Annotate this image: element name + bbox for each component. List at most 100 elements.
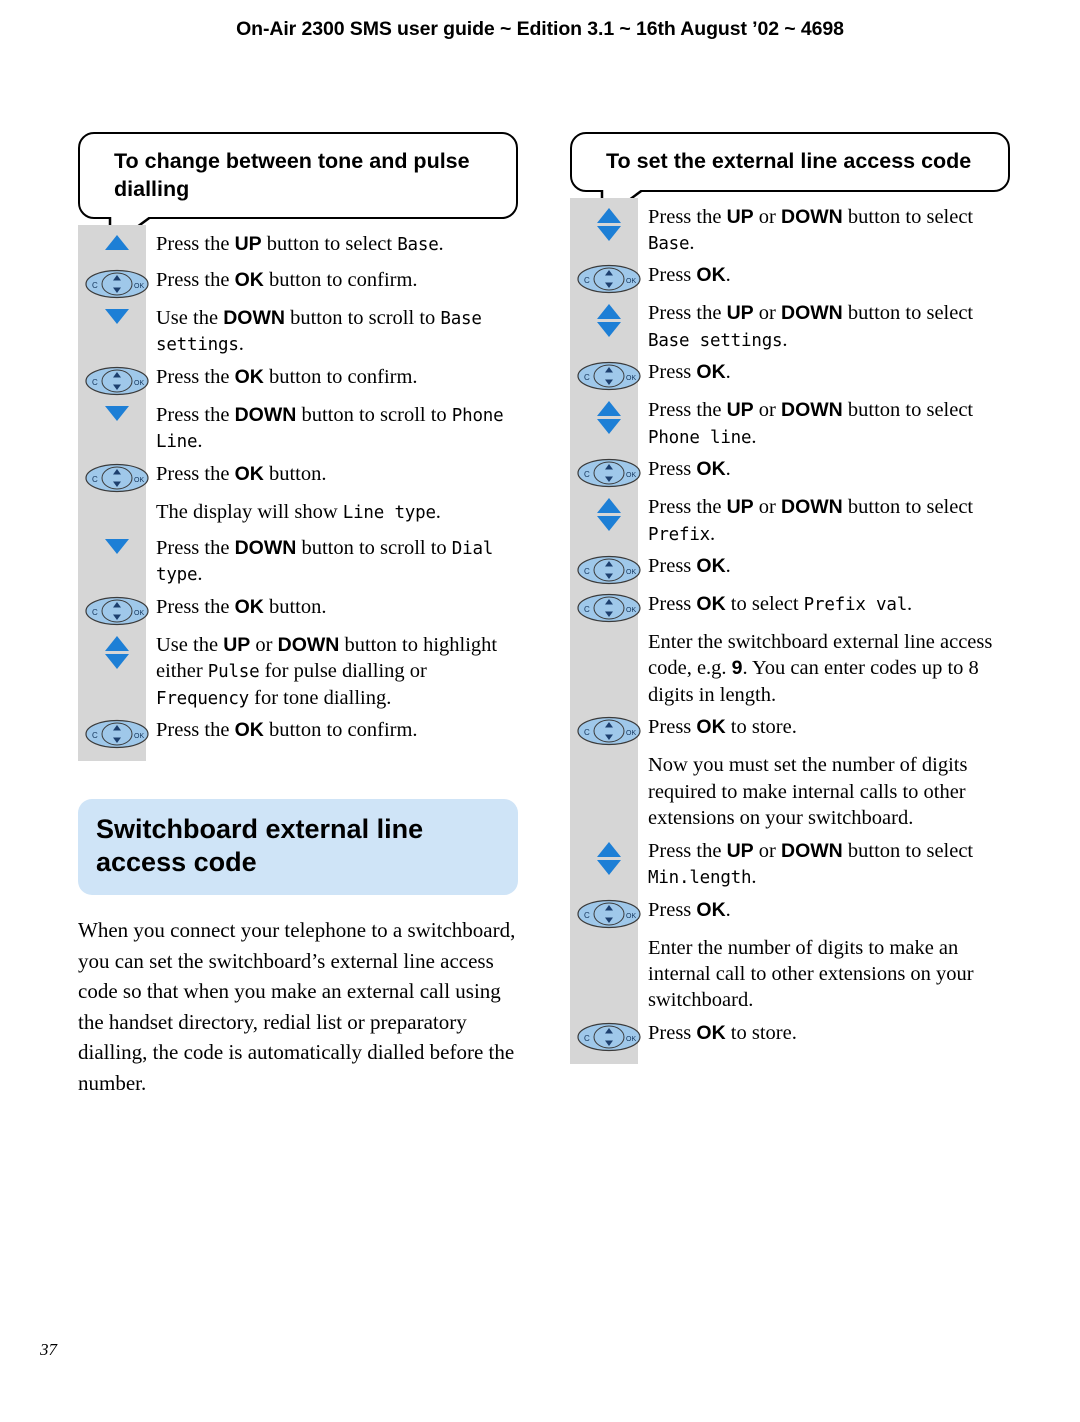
step-row: Press the UP or DOWN button to select Ba… xyxy=(570,204,1010,257)
step-text-mid: button to select xyxy=(261,233,398,256)
step-text-cell: Press OK to select Prefix val. xyxy=(648,591,1010,617)
nav-key-icon[interactable]: C OK xyxy=(84,269,150,299)
svg-text:C: C xyxy=(92,608,98,617)
step-key-label: OK xyxy=(234,365,264,388)
step-text-pre: Press the xyxy=(156,536,235,559)
step-text-mid: button to select xyxy=(842,205,974,228)
step-text-pre: Press the xyxy=(648,839,727,862)
nav-key-icon[interactable]: C OK xyxy=(84,463,150,493)
step-text-mid: to select xyxy=(725,593,804,616)
nav-key-icon[interactable]: C OK xyxy=(576,1022,642,1052)
up-down-arrow-icon[interactable] xyxy=(597,496,621,532)
up-down-arrow-icon[interactable] xyxy=(597,840,621,875)
step-display-token: Base xyxy=(397,235,439,256)
nav-key-icon[interactable]: C OK xyxy=(576,361,642,391)
step-text-cell: Press the DOWN button to scroll to Dial … xyxy=(156,535,518,588)
step-key-label: OK xyxy=(696,898,726,921)
step-text-pre: Press the xyxy=(648,496,727,519)
step-icon-cell: C OK xyxy=(570,714,648,746)
nav-key-icon[interactable]: C OK xyxy=(576,458,642,488)
step-text-mid: button to confirm. xyxy=(263,718,418,741)
step-key-label: OK xyxy=(696,593,726,616)
step-text-mid: . xyxy=(725,361,731,384)
step-text-cell: Press the UP or DOWN button to select Mi… xyxy=(648,838,1010,891)
step-key-label-2: DOWN xyxy=(781,496,843,519)
step-text-pre: Press xyxy=(648,458,697,481)
step-text-mid: button to select xyxy=(842,839,974,862)
nav-key-icon[interactable]: C OK xyxy=(576,716,642,746)
svg-text:OK: OK xyxy=(626,569,636,576)
step-icon-cell xyxy=(570,494,648,532)
nav-key-icon[interactable]: C OK xyxy=(576,593,642,623)
step-text-pre: Press the xyxy=(156,403,235,426)
step-text-cell: Press OK to store. xyxy=(648,714,1010,740)
step-text-pre: Use the xyxy=(156,307,224,330)
step-row: Use the DOWN button to scroll to Base se… xyxy=(78,305,518,358)
step-text-cell: Press the UP button to select Base. xyxy=(156,231,518,257)
svg-text:OK: OK xyxy=(626,278,636,285)
svg-text:OK: OK xyxy=(134,477,144,484)
up-down-arrow-icon[interactable] xyxy=(597,206,621,241)
step-text-cell: Press the DOWN button to scroll to Phone… xyxy=(156,402,518,455)
step-icon-cell xyxy=(570,300,648,338)
svg-text:C: C xyxy=(584,728,590,737)
step-text-pre: Press xyxy=(648,264,697,287)
step-icon-cell: C OK xyxy=(570,359,648,391)
nav-key-icon[interactable]: C OK xyxy=(84,596,150,626)
step-row: Press the DOWN button to scroll to Dial … xyxy=(78,535,518,588)
step-icon-cell xyxy=(78,305,156,331)
step-text-cell: The display will show Line type. xyxy=(156,499,518,525)
page-number: 37 xyxy=(40,1340,57,1359)
step-text-post: . xyxy=(689,231,695,254)
step-icon-cell xyxy=(78,499,156,525)
svg-text:C: C xyxy=(584,470,590,479)
down-arrow-icon[interactable] xyxy=(105,307,129,325)
nav-key-icon[interactable]: C OK xyxy=(576,899,642,929)
nav-key-icon[interactable]: C OK xyxy=(84,366,150,396)
step-row: C OK Press OK. xyxy=(570,897,1010,929)
step-text-cell: Use the DOWN button to scroll to Base se… xyxy=(156,305,518,358)
step-row: The display will show Line type. xyxy=(78,499,518,529)
right-column: To set the external line access code Pre… xyxy=(570,132,1010,1065)
step-icon-cell xyxy=(570,204,648,241)
step-key-label-2: DOWN xyxy=(781,399,843,422)
step-display-token: Line type xyxy=(342,502,436,523)
svg-text:OK: OK xyxy=(134,610,144,617)
step-text-mid: to store. xyxy=(725,716,797,739)
step-key-label: UP xyxy=(726,399,754,422)
step-icon-cell: C OK xyxy=(78,717,156,749)
nav-key-icon[interactable]: C OK xyxy=(84,719,150,749)
step-row: Press the UP or DOWN button to select Ph… xyxy=(570,397,1010,450)
step-icon-cell: C OK xyxy=(570,897,648,929)
up-down-arrow-icon[interactable] xyxy=(597,399,621,435)
step-icon-cell: C OK xyxy=(570,262,648,294)
step-row: C OK Press the OK button. xyxy=(78,594,518,626)
svg-text:C: C xyxy=(92,281,98,290)
up-down-arrow-icon[interactable] xyxy=(597,302,621,338)
svg-text:C: C xyxy=(584,1034,590,1043)
step-text-mid: button to scroll to xyxy=(284,307,441,330)
step-text-cell: Press the UP or DOWN button to select Ph… xyxy=(648,397,1010,450)
up-down-arrow-icon[interactable] xyxy=(105,634,129,669)
step-key-label: UP xyxy=(223,633,251,656)
down-arrow-icon[interactable] xyxy=(105,404,129,421)
step-row: C OK Press OK to store. xyxy=(570,714,1010,746)
nav-key-icon[interactable]: C OK xyxy=(576,555,642,585)
svg-text:OK: OK xyxy=(626,607,636,614)
step-key-label: DOWN xyxy=(223,307,285,330)
step-display-token: Phone line xyxy=(648,427,752,448)
step-text-conj: or xyxy=(753,205,781,228)
step-row: Enter the number of digits to make an in… xyxy=(570,935,1010,1014)
step-text-post: . xyxy=(751,425,757,448)
step-text-pre: Press xyxy=(648,361,697,384)
step-text-pre: Press xyxy=(648,593,697,616)
step-text-pre: Press the xyxy=(156,718,235,741)
step-key-label: UP xyxy=(726,496,754,519)
nav-key-icon[interactable]: C OK xyxy=(576,264,642,294)
down-arrow-icon[interactable] xyxy=(105,537,129,554)
step-icon-cell xyxy=(570,397,648,435)
body-paragraph: When you connect your telephone to a swi… xyxy=(78,915,518,1099)
up-arrow-icon[interactable] xyxy=(105,233,129,251)
step-text-pre: Press the xyxy=(156,365,235,388)
step-text-cell: Press the UP or DOWN button to select Ba… xyxy=(648,204,1010,257)
